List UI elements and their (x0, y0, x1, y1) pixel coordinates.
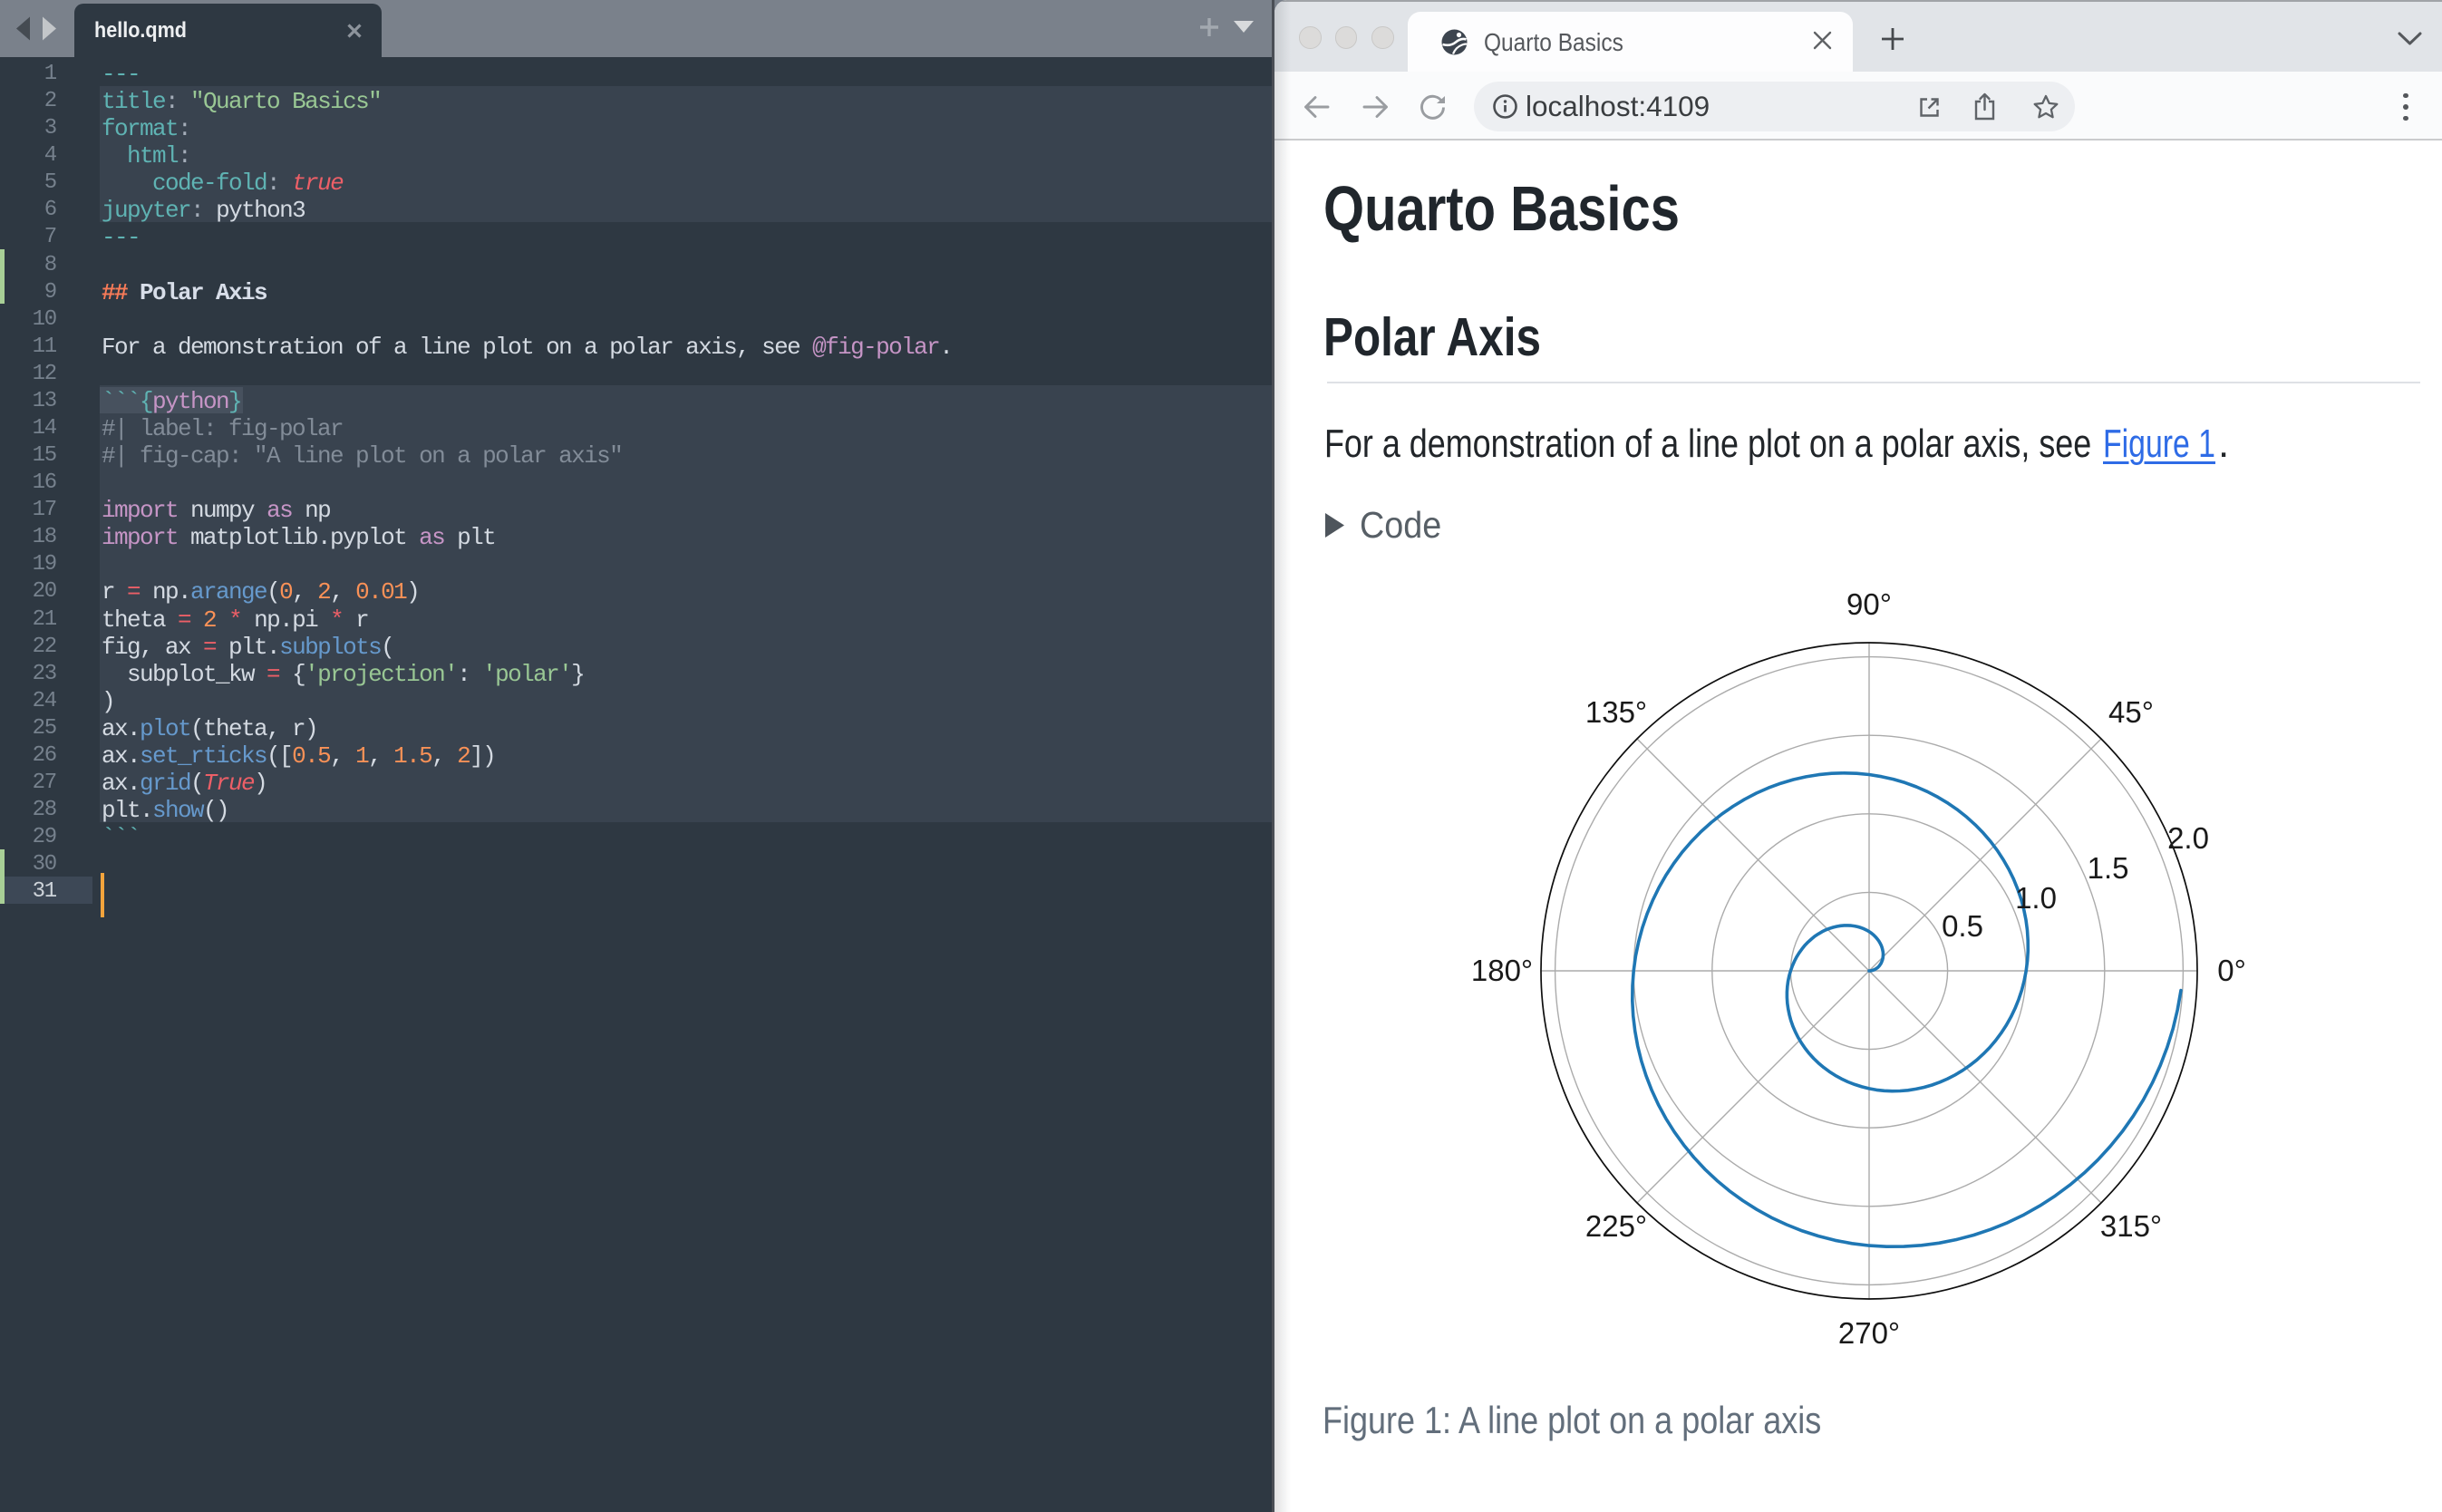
svg-text:135°: 135° (1585, 695, 1647, 729)
svg-text:90°: 90° (1846, 587, 1892, 621)
svg-text:315°: 315° (2100, 1209, 2162, 1243)
svg-text:270°: 270° (1838, 1316, 1900, 1350)
svg-text:45°: 45° (2108, 695, 2154, 729)
svg-text:180°: 180° (1471, 954, 1533, 987)
svg-text:1.0: 1.0 (2015, 881, 2057, 915)
svg-text:0.5: 0.5 (1942, 909, 1983, 943)
svg-text:0°: 0° (2217, 954, 2246, 987)
svg-text:225°: 225° (1585, 1209, 1647, 1243)
svg-text:1.5: 1.5 (2088, 851, 2129, 885)
svg-text:2.0: 2.0 (2167, 821, 2209, 855)
